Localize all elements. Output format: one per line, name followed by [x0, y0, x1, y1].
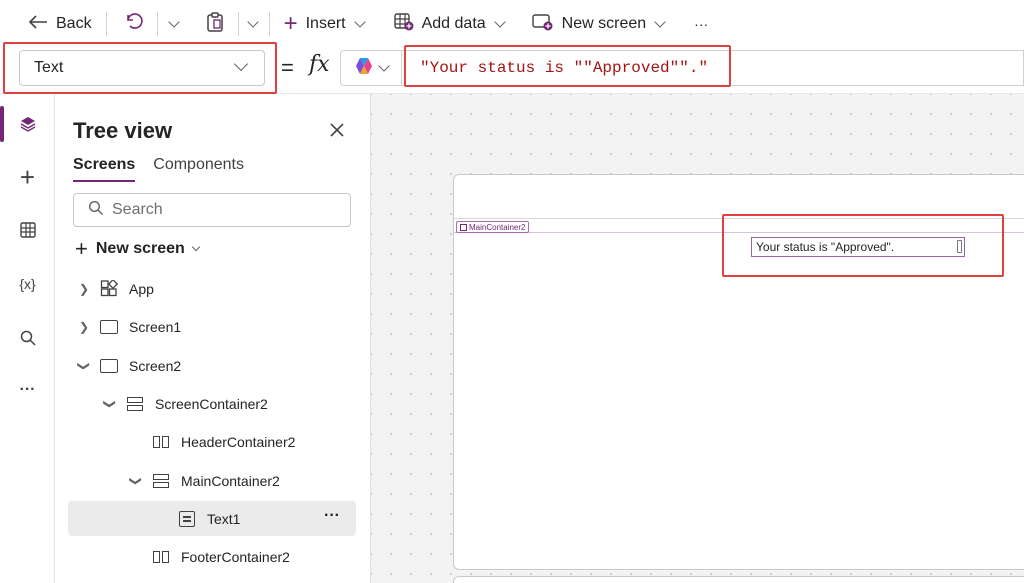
insert-icon[interactable]: +: [0, 159, 55, 195]
node-label: FooterContainer2: [181, 549, 290, 565]
more-options-button[interactable]: ···: [324, 507, 340, 525]
tab-components[interactable]: Components: [153, 156, 244, 182]
plus-icon: +: [283, 10, 298, 37]
highlight-annotation: [404, 45, 731, 87]
undo-menu-button[interactable]: [167, 7, 180, 41]
paste-menu-button[interactable]: [246, 7, 259, 41]
highlight-annotation: [722, 214, 1004, 277]
add-data-button[interactable]: Add data: [393, 7, 506, 41]
new-screen-label: New screen: [95, 240, 185, 257]
search-placeholder: Search: [112, 201, 163, 218]
tree-node-screen2[interactable]: ❯ Screen2: [77, 349, 181, 383]
node-label: HeaderContainer2: [181, 434, 296, 450]
chevron-down-icon: ❯: [129, 475, 143, 487]
chevron-down-icon: [191, 242, 201, 252]
new-screen-button[interactable]: New screen: [531, 7, 666, 41]
tree-node-text1[interactable]: Text1: [177, 502, 240, 536]
left-rail: + {x} ···: [0, 94, 55, 583]
add-data-label: Add data: [421, 15, 486, 32]
container-icon: [460, 223, 467, 231]
insert-label: Insert: [305, 15, 346, 32]
node-label: App: [129, 281, 154, 297]
new-screen-icon: [531, 13, 554, 36]
search-input[interactable]: Search: [73, 193, 351, 227]
new-screen-button[interactable]: + New screen: [75, 236, 201, 262]
header-container[interactable]: [454, 175, 1024, 219]
undo-icon: [123, 12, 143, 37]
data-icon[interactable]: [0, 212, 55, 248]
node-label: Text1: [207, 511, 241, 527]
horizontal-container-icon: [151, 433, 171, 451]
chevron-down-icon: [378, 60, 390, 72]
container-tag-label: MainContainer2: [469, 222, 526, 232]
screen-icon: [99, 318, 119, 336]
command-bar: Back + Insert Add data New screen ···: [0, 0, 1024, 48]
plus-icon: +: [75, 236, 88, 261]
tree-view-panel: Tree view Screens Components Search + Ne…: [55, 94, 371, 583]
chevron-down-icon: [654, 16, 666, 28]
paste-button[interactable]: [206, 7, 224, 41]
node-label: Screen2: [129, 358, 182, 374]
chevron-right-icon: ❯: [78, 320, 90, 334]
insert-button[interactable]: + Insert: [283, 7, 366, 41]
highlight-annotation: [3, 42, 277, 94]
panel-title: Tree view: [73, 118, 173, 143]
divider: [105, 12, 107, 36]
more-icon[interactable]: ···: [0, 372, 55, 408]
node-label: ScreenContainer2: [155, 396, 268, 412]
container-tag: MainContainer2: [456, 221, 530, 233]
undo-button[interactable]: [123, 7, 143, 41]
search-icon: [88, 200, 104, 221]
new-screen-label: New screen: [561, 15, 647, 32]
app-icon: [99, 280, 119, 298]
divider: [237, 12, 239, 36]
copilot-button[interactable]: [340, 50, 402, 86]
fx-icon[interactable]: fx: [309, 52, 330, 77]
variables-icon[interactable]: {x}: [0, 266, 55, 302]
more-commands-button[interactable]: ···: [694, 7, 708, 41]
search-icon[interactable]: [0, 320, 55, 356]
back-label: Back: [56, 15, 92, 32]
tree-node-app[interactable]: ❯ App: [77, 272, 154, 306]
table-add-icon: [393, 12, 414, 36]
close-icon[interactable]: [329, 118, 345, 144]
screen-preview-next: [453, 576, 1024, 583]
vertical-container-icon: [151, 472, 171, 490]
tab-list: Screens Components: [73, 156, 244, 182]
node-label: Screen1: [129, 319, 182, 335]
tab-screens[interactable]: Screens: [73, 156, 136, 182]
design-canvas[interactable]: MainContainer2 Your status is "Approved"…: [371, 94, 1024, 583]
tree-node-headercontainer2[interactable]: HeaderContainer2: [151, 425, 295, 459]
chevron-down-icon: ❯: [77, 360, 91, 372]
copilot-icon: [354, 56, 374, 81]
divider: [268, 12, 270, 36]
chevron-down-icon: [167, 16, 180, 28]
tree-view-icon[interactable]: [0, 106, 55, 142]
divider: [156, 12, 158, 36]
chevron-down-icon: [494, 16, 506, 28]
text-icon: [177, 510, 197, 528]
equals-sign: =: [281, 55, 294, 80]
back-button[interactable]: Back: [28, 7, 92, 41]
clipboard-icon: [206, 11, 224, 37]
chevron-down-icon: [353, 16, 366, 28]
chevron-right-icon: ❯: [78, 282, 90, 296]
arrow-left-icon: [28, 14, 48, 35]
node-label: MainContainer2: [181, 473, 280, 489]
vertical-container-icon: [125, 395, 145, 413]
horizontal-container-icon: [151, 548, 171, 566]
chevron-down-icon: [246, 16, 259, 28]
tree-node-footercontainer2[interactable]: FooterContainer2: [151, 540, 290, 574]
screen-icon: [99, 357, 119, 375]
chevron-down-icon: ❯: [103, 398, 117, 410]
tree-node-screen1[interactable]: ❯ Screen1: [77, 310, 181, 344]
tree-node-maincontainer2[interactable]: ❯ MainContainer2: [129, 464, 280, 498]
formula-bar: Text = fx "Your status is ""Approved"".": [0, 42, 1024, 94]
tree-node-screencontainer2[interactable]: ❯ ScreenContainer2: [103, 387, 268, 421]
